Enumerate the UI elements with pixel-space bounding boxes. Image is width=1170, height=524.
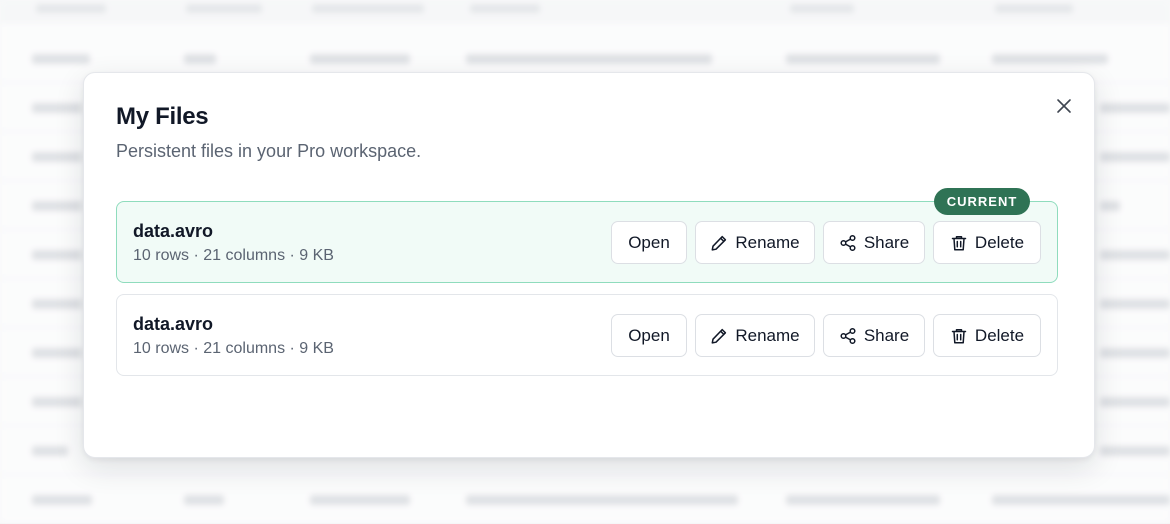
file-meta: 10 rows · 21 columns · 9 KB [133,247,334,264]
delete-button[interactable]: Delete [933,221,1041,264]
share-button-label: Share [863,325,910,345]
dialog-subtitle: Persistent files in your Pro workspace. [116,141,422,161]
delete-button-label: Delete [974,325,1025,345]
open-button-label: Open [628,325,670,345]
delete-button[interactable]: Delete [933,314,1041,357]
share-button[interactable]: Share [823,221,925,264]
open-button[interactable]: Open [611,314,687,357]
close-button[interactable] [1051,93,1077,119]
open-button-label: Open [628,232,670,252]
open-button[interactable]: Open [611,221,687,264]
share-icon [840,234,856,251]
file-card: data.avro 10 rows · 21 columns · 9 KB Op… [116,294,1058,376]
share-button-label: Share [863,232,910,252]
my-files-dialog: My Files Persistent files in your Pro wo… [83,72,1095,458]
pencil-icon [711,235,727,251]
rename-button-label: Rename [735,325,800,345]
file-meta: 10 rows · 21 columns · 9 KB [133,340,334,357]
pencil-icon [711,328,727,344]
file-name: data.avro [133,221,214,241]
share-icon [840,327,856,344]
delete-button-label: Delete [974,232,1025,252]
file-card-current: CURRENT data.avro 10 rows · 21 columns ·… [116,188,1058,283]
trash-icon [951,328,967,344]
rename-button[interactable]: Rename [695,221,815,264]
share-button[interactable]: Share [823,314,925,357]
file-name: data.avro [133,314,214,334]
dialog-title: My Files [116,103,209,130]
trash-icon [951,235,967,251]
rename-button[interactable]: Rename [695,314,815,357]
current-badge: CURRENT [934,188,1030,215]
close-icon [1057,99,1071,113]
rename-button-label: Rename [735,232,800,252]
